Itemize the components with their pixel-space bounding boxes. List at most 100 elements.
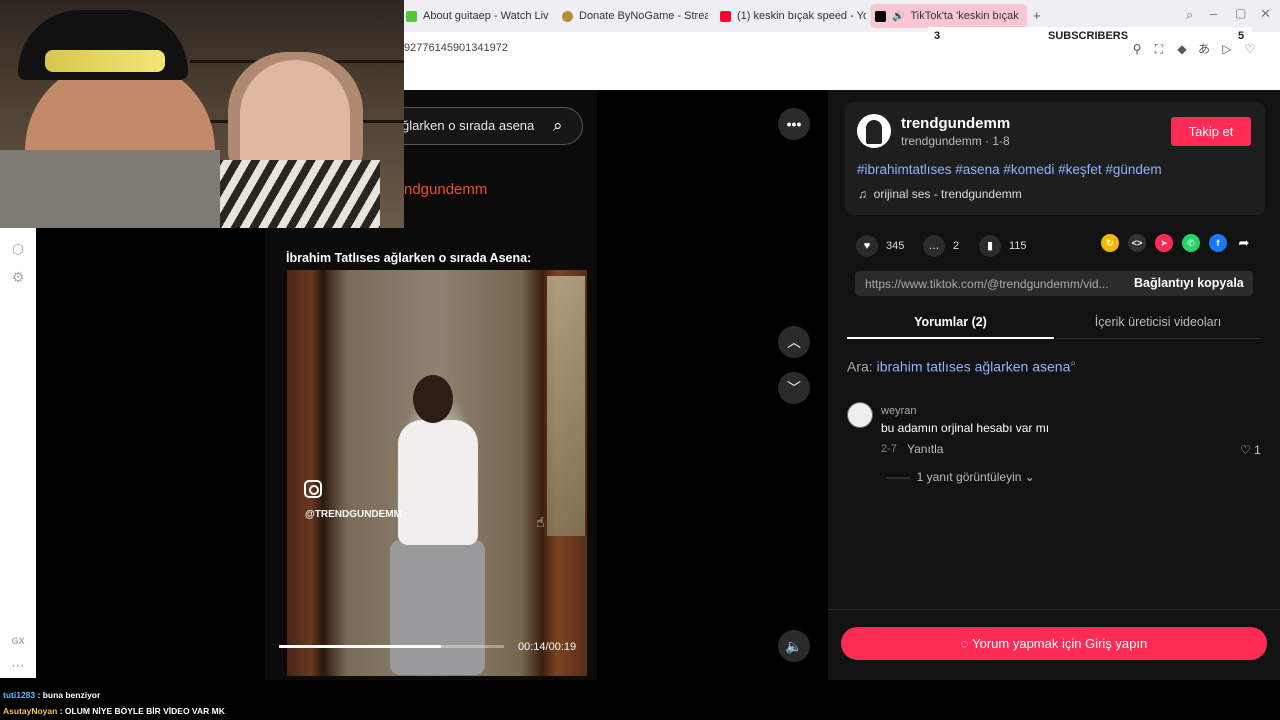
save-stat[interactable]: ▮ 115: [979, 235, 1027, 257]
video-scene-person: [390, 540, 485, 675]
embed-icon[interactable]: <>: [1128, 234, 1146, 252]
comment-like-count: 1: [1254, 443, 1261, 457]
bookmark-icon[interactable]: ▮: [979, 235, 1001, 257]
settings-icon[interactable]: ⚙: [9, 268, 27, 286]
reply-button[interactable]: Yanıtla: [907, 442, 943, 456]
comment-avatar[interactable]: [847, 402, 873, 428]
browser-tab[interactable]: About guitaep - Watch Liv: [402, 4, 552, 28]
share-icon[interactable]: ➦: [1235, 234, 1253, 252]
music-label: orijinal ses - trendgundemm: [873, 187, 1022, 201]
tab-favicon-icon: [562, 10, 573, 22]
new-tab-icon[interactable]: +: [1033, 8, 1041, 23]
video-progress-bar[interactable]: [279, 645, 504, 648]
browser-tab[interactable]: (1) keskin bıçak speed - Yo: [716, 4, 866, 28]
translate-icon[interactable]: あ: [1197, 42, 1211, 56]
url-text[interactable]: 927761459013419​72: [404, 42, 508, 54]
minimize-icon[interactable]: –: [1210, 6, 1217, 21]
whatsapp-icon[interactable]: ✆: [1182, 234, 1200, 252]
heart-icon[interactable]: ♥: [856, 235, 878, 257]
view-replies-label: 1 yanıt görüntüleyin: [916, 470, 1022, 484]
related-search[interactable]: Ara: ibrahim tatlıses ağlarken asena⌕: [847, 358, 1076, 375]
chat-message: AsutayNoyan : OLUM NİYE BÖYLE BİR VİDEO …: [3, 706, 225, 716]
comment-date: 2-7: [881, 443, 897, 455]
mouse-cursor-icon: ☝: [536, 514, 545, 530]
hashtags[interactable]: #ibrahimtatlıses #asena #komedi #keşfet …: [857, 162, 1162, 177]
more-icon[interactable]: ⋯: [9, 656, 27, 674]
follow-button[interactable]: Takip et: [1171, 117, 1251, 146]
subscribers-label: SUBSCRIBERS: [1048, 30, 1129, 42]
stream-chat: tuti1283 : buna benziyor AsutayNoyan : O…: [0, 680, 1280, 720]
video-scene-person: [413, 375, 453, 423]
comment-like[interactable]: ♡ 1: [1240, 443, 1261, 457]
save-count: 115: [1009, 240, 1027, 252]
shield-icon[interactable]: ◆: [1175, 42, 1189, 56]
next-video-button[interactable]: ﹀: [778, 372, 810, 404]
comment-bubble-icon: ◌: [960, 636, 969, 651]
extensions-icon[interactable]: ⬡: [9, 240, 27, 258]
webcam-person: [205, 160, 380, 228]
tab-label: (1) keskin bıçak speed - Yo: [737, 10, 866, 22]
tab-creator-videos[interactable]: İçerik üreticisi videoları: [1056, 307, 1260, 339]
chevron-down-icon: ⌄: [1024, 470, 1035, 484]
chat-text: buna benziyor: [42, 690, 101, 700]
search-icon: ⌕: [1070, 358, 1076, 369]
video-scene-person: [398, 420, 478, 545]
login-button-label: Yorum yapmak için Giriş yapın: [972, 636, 1148, 651]
copy-link-button[interactable]: Bağlantıyı kopyala: [1134, 276, 1244, 290]
author-name[interactable]: trendgundemm: [901, 115, 1010, 132]
send-icon[interactable]: ➤: [1155, 234, 1173, 252]
previous-video-button[interactable]: ︿: [778, 326, 810, 358]
video-username-overlay: ndgundemm: [404, 181, 488, 198]
chat-text: OLUM NİYE BÖYLE BİR VİDEO VAR MK: [64, 706, 225, 716]
webcam-person: [45, 50, 165, 72]
comment-count: 2: [953, 240, 960, 252]
instagram-icon: [304, 480, 322, 498]
comment-icon[interactable]: …: [923, 235, 945, 257]
music-info[interactable]: ♫ orijinal ses - trendgundemm: [858, 187, 1022, 201]
share-link-url[interactable]: https://www.tiktok.com/@trendgundemm/vid…: [865, 277, 1115, 291]
video-time: 00:14/00:19: [518, 641, 577, 653]
close-icon[interactable]: ✕: [1260, 6, 1271, 22]
related-search-prefix: Ara:: [847, 358, 877, 375]
subscribers-left-count: 3: [934, 30, 941, 42]
like-stat[interactable]: ♥ 345: [856, 235, 904, 257]
tab-label: About guitaep - Watch Liv: [423, 10, 549, 22]
heart-icon[interactable]: ♡: [1243, 42, 1257, 56]
search-tabs-icon[interactable]: ⌕: [1186, 7, 1193, 23]
gx-logo: GX: [11, 636, 25, 646]
comment-text: bu adamın orjinal hesabı var mı: [881, 421, 1050, 435]
search-query: ğlarken o sırada asena: [402, 118, 535, 133]
tiktok-icon: [875, 10, 886, 22]
play-icon[interactable]: ▷: [1220, 42, 1234, 56]
divider-line: ——: [886, 470, 910, 484]
comment-stat[interactable]: … 2: [923, 235, 959, 257]
browser-tab[interactable]: Donate ByNoGame - Strea: [558, 4, 708, 28]
more-options-button[interactable]: •••: [778, 108, 810, 140]
instagram-handle: @TRENDGUNDEMM: [305, 509, 402, 520]
tab-label: TikTok'ta 'keskin bıçak: [910, 10, 1019, 22]
like-count: 345: [886, 240, 905, 252]
screenshot-icon[interactable]: ⛶: [1152, 42, 1166, 56]
pin-icon[interactable]: ⚲: [1130, 42, 1144, 56]
browser-tab-active[interactable]: 🔊 TikTok'ta 'keskin bıçak: [871, 4, 1027, 28]
video-scene-door: [547, 276, 585, 536]
comment-username[interactable]: weyran: [881, 405, 916, 417]
webcam-person: [0, 150, 220, 228]
author-subtitle: trendgundemm · 1-8: [901, 134, 1010, 148]
video-caption: İbrahim Tatlıses ağlarken o sırada Asena…: [286, 251, 532, 265]
speaker-icon: 🔊: [892, 10, 905, 22]
tab-comments[interactable]: Yorumlar (2): [847, 307, 1054, 339]
music-note-icon: ♫: [858, 187, 867, 201]
divider: [828, 609, 1280, 610]
facebook-icon[interactable]: f: [1209, 234, 1227, 252]
maximize-icon[interactable]: ▢: [1235, 6, 1246, 20]
heart-icon[interactable]: ♡: [1240, 443, 1251, 457]
repost-icon[interactable]: ↻: [1101, 234, 1119, 252]
search-icon[interactable]: ⌕: [553, 116, 563, 136]
login-to-comment-button[interactable]: ◌ Yorum yapmak için Giriş yapın: [841, 627, 1267, 660]
view-replies-button[interactable]: —— 1 yanıt görüntüleyin ⌄: [886, 470, 1035, 484]
related-search-query[interactable]: ibrahim tatlıses ağlarken asena: [877, 359, 1071, 375]
avatar[interactable]: [857, 114, 891, 148]
volume-button[interactable]: 🔈: [778, 630, 810, 662]
subscribers-right-count: 5: [1238, 30, 1245, 42]
